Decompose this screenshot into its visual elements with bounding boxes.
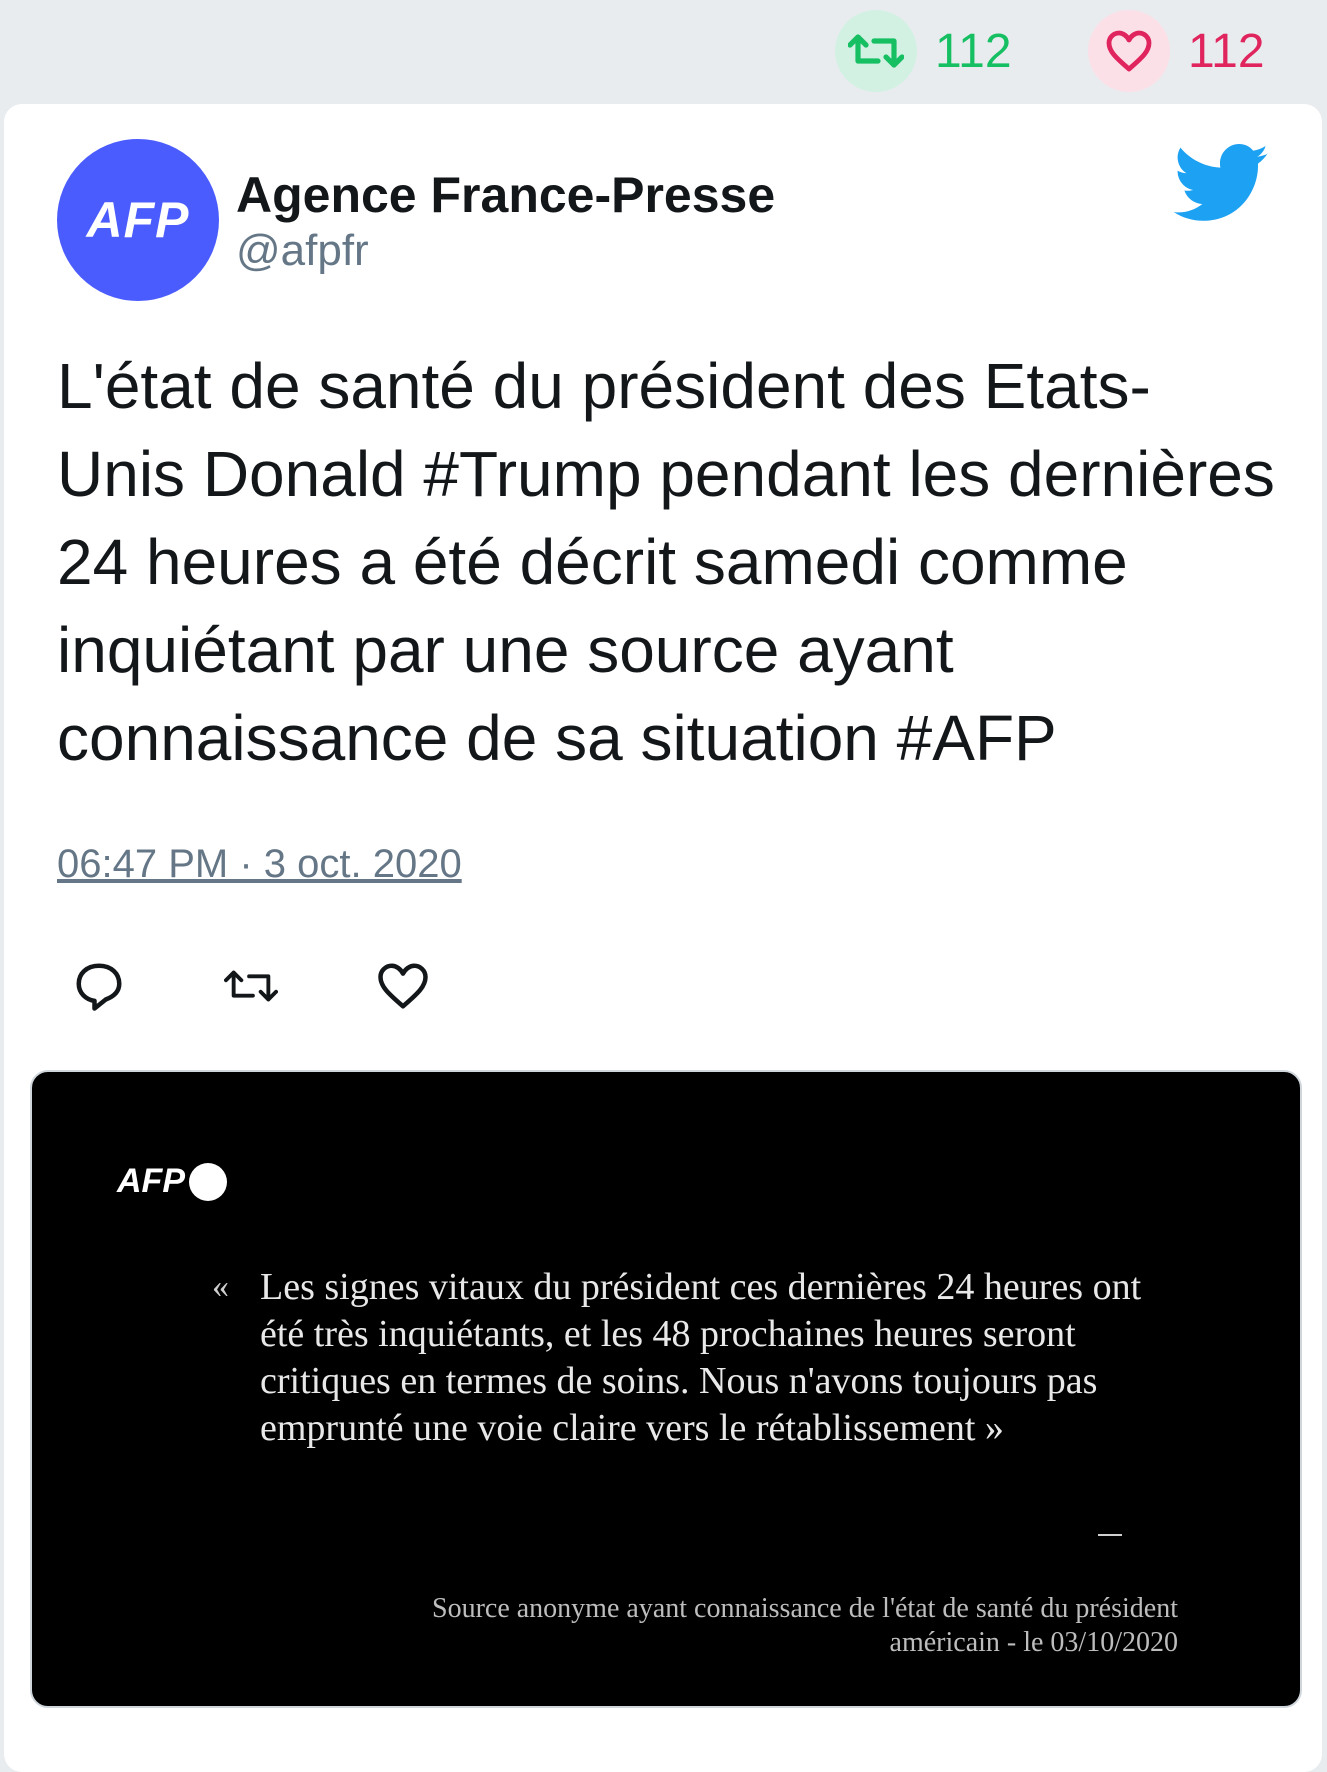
like-icon[interactable] [376, 959, 430, 1013]
quote-image[interactable]: AFP « Les signes vitaux du président ces… [30, 1070, 1302, 1708]
author-handle[interactable]: @afpfr [236, 226, 369, 276]
tweet-text: L'état de santé du président des Etats-U… [57, 350, 1275, 774]
quote-source-line2: américain - le 03/10/2020 [889, 1627, 1178, 1658]
avatar[interactable]: AFP [57, 139, 219, 301]
twitter-bird-icon[interactable] [1174, 142, 1270, 226]
tweet-stats-bar: 112 112 [0, 0, 1327, 100]
tweet-actions [72, 959, 528, 1013]
like-count: 112 [1188, 24, 1265, 78]
afp-logo-dot [189, 1162, 227, 1201]
heart-icon[interactable] [1088, 10, 1170, 92]
quote-divider [1098, 1534, 1122, 1536]
quote-source: Source anonyme ayant connaissance de l'é… [218, 1592, 1178, 1660]
retweet-icon[interactable] [835, 10, 917, 92]
avatar-text: AFP [86, 192, 190, 248]
afp-logo-text: AFP [117, 1162, 185, 1200]
retweet-count-stat[interactable]: 112 [835, 10, 1012, 92]
tweet-timestamp[interactable]: 06:47 PM · 3 oct. 2020 [57, 842, 462, 887]
reply-icon[interactable] [72, 959, 126, 1013]
quote-text: Les signes vitaux du président ces derni… [260, 1266, 1142, 1449]
retweet-icon[interactable] [224, 959, 278, 1013]
quote-open-mark: « [212, 1268, 229, 1305]
quote-source-line1: Source anonyme ayant connaissance de l'é… [432, 1593, 1178, 1624]
author-name[interactable]: Agence France-Presse [236, 166, 775, 224]
like-count-stat[interactable]: 112 [1088, 10, 1265, 92]
tweet-card: AFP Agence France-Presse @afpfr L'état d… [4, 104, 1322, 1772]
afp-logo: AFP [117, 1162, 227, 1201]
retweet-count: 112 [935, 24, 1012, 78]
